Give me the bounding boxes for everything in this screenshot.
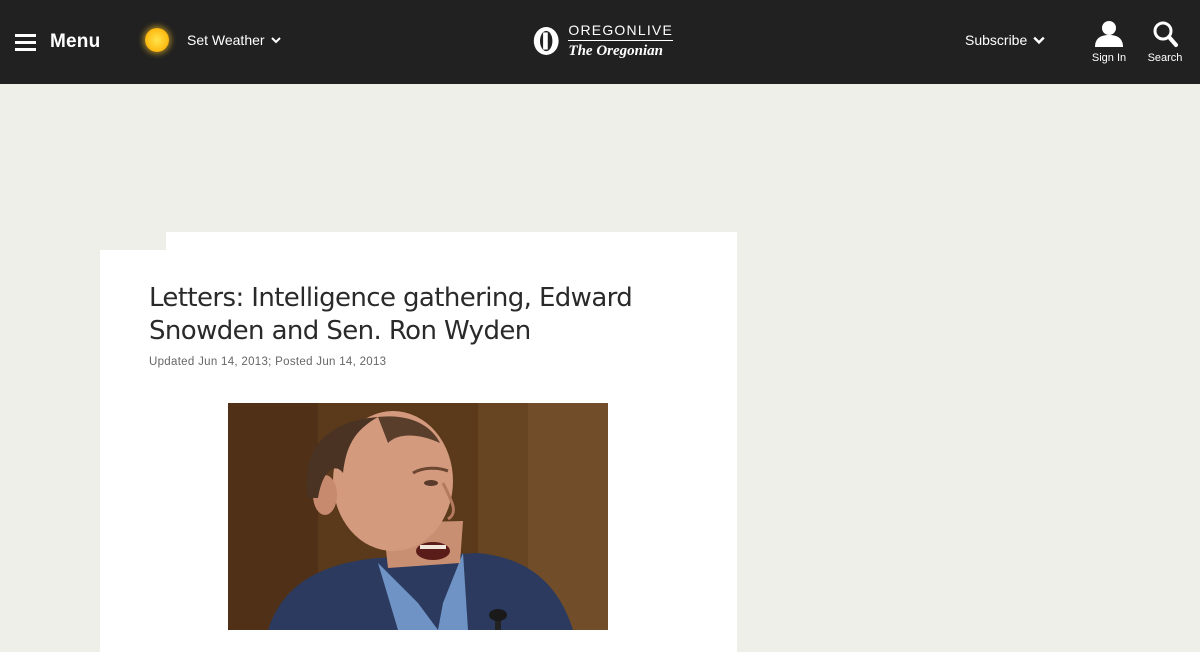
site-header: Menu Set Weather OREGONLIVE The Oregonia… xyxy=(0,0,1200,84)
chevron-down-icon xyxy=(1033,36,1045,45)
chevron-down-icon xyxy=(270,37,281,44)
search-label: Search xyxy=(1147,52,1183,64)
site-logo[interactable]: OREGONLIVE The Oregonian xyxy=(533,20,673,62)
sign-in-label: Sign In xyxy=(1091,52,1127,64)
oregonian-o-logo xyxy=(533,27,559,55)
logo-wordmark-bottom: The Oregonian xyxy=(568,43,663,59)
subscribe-label: Subscribe xyxy=(965,32,1028,48)
sun-icon xyxy=(145,28,169,52)
menu-label: Menu xyxy=(50,31,101,52)
article-headline: Letters: Intelligence gathering, Edward … xyxy=(149,283,633,346)
set-weather-button[interactable]: Set Weather xyxy=(145,26,281,54)
logo-wordmark-top: OREGONLIVE xyxy=(568,23,673,41)
hamburger-icon xyxy=(15,32,36,52)
user-icon xyxy=(1095,21,1123,47)
subscribe-button[interactable]: Subscribe xyxy=(965,32,1045,48)
article-photo[interactable] xyxy=(228,403,608,630)
photo-illustration xyxy=(228,403,608,630)
weather-label: Set Weather xyxy=(187,32,265,48)
search-icon xyxy=(1153,21,1178,47)
search-button[interactable]: Search xyxy=(1140,20,1190,66)
sign-in-button[interactable]: Sign In xyxy=(1084,20,1134,66)
article-timestamp: Updated Jun 14, 2013; Posted Jun 14, 201… xyxy=(149,356,387,368)
card-notch xyxy=(100,232,166,250)
menu-button[interactable]: Menu xyxy=(15,28,100,56)
